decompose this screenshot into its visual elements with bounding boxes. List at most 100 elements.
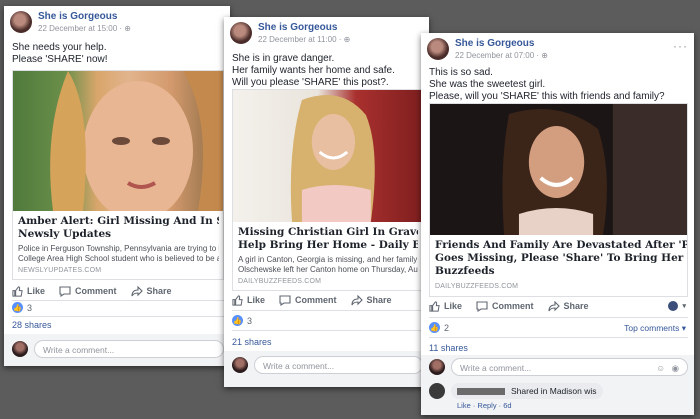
comment-button[interactable]: Comment: [59, 285, 117, 297]
message-line: Please, will you 'SHARE' this with frien…: [429, 91, 665, 102]
commenter-avatar[interactable]: [429, 383, 445, 399]
camera-icon[interactable]: ◉: [672, 359, 679, 377]
divider: [12, 316, 224, 317]
comment-button[interactable]: Comment: [476, 300, 534, 312]
post-message: She needs your help. Please 'SHARE' now!: [12, 42, 108, 66]
like-label: Like: [27, 286, 46, 296]
post-as-selector[interactable]: ▾: [668, 301, 686, 311]
comment-input[interactable]: Write a comment...: [34, 340, 224, 358]
emoji-icon[interactable]: ☺: [656, 359, 665, 377]
comment-input[interactable]: Write a comment...: [254, 356, 423, 374]
user-avatar: [12, 341, 28, 357]
link-title[interactable]: Friends And Family Are Devastated After …: [435, 239, 687, 278]
message-line: Her family wants her home and safe.: [232, 65, 395, 76]
share-button[interactable]: Share: [547, 300, 589, 312]
like-button[interactable]: Like: [232, 294, 265, 306]
post-actions: Like Comment Share: [232, 291, 423, 309]
post-message: This is so sad. She was the sweetest gir…: [429, 67, 665, 103]
divider: [429, 317, 688, 318]
page-name[interactable]: She is Gorgeous: [38, 11, 117, 22]
message-line: She was the sweetest girl.: [429, 79, 546, 90]
link-domain: DAILYBUZZFEEDS.COM: [238, 278, 322, 285]
comment-composer: Write a comment...: [232, 356, 423, 376]
page-name[interactable]: She is Gorgeous: [455, 38, 534, 49]
link-title-line: Missing Christian Girl In Grave Danger, …: [238, 226, 418, 238]
post-actions: Like Comment Share ▾: [429, 297, 686, 315]
comment-icon: [476, 300, 488, 312]
shares-count[interactable]: 11 shares: [429, 343, 468, 353]
message-line: She needs your help.: [12, 42, 107, 53]
reactions-summary[interactable]: 👍 2: [429, 322, 449, 333]
link-desc-line: College Area High School student who is …: [18, 254, 219, 263]
divider: [12, 300, 224, 301]
reactions-summary[interactable]: 👍 3: [232, 315, 252, 326]
link-title-line: Newsly Updates: [18, 228, 112, 240]
comment-bubble: Shared in Madison wis: [451, 383, 603, 399]
comment-input[interactable]: Write a comment... ☺ ◉: [451, 358, 688, 376]
post-actions: Like Comment Share: [12, 282, 224, 300]
link-title-line: Help Bring Her Home - Daily Buzzfeeds: [238, 239, 418, 251]
post-header: She is Gorgeous 22 December at 11:00 · ⊕: [230, 22, 423, 50]
link-title-line: Buzzfeeds: [435, 265, 495, 277]
page-avatar[interactable]: [230, 22, 252, 44]
link-preview[interactable]: Amber Alert: Girl Missing And In Serious…: [12, 70, 224, 280]
post-card-2: She is Gorgeous 22 December at 11:00 · ⊕…: [224, 17, 429, 387]
page-avatar[interactable]: [427, 38, 449, 60]
reaction-count: 2: [444, 322, 450, 333]
like-button[interactable]: Like: [429, 300, 463, 312]
share-button[interactable]: Share: [130, 285, 172, 297]
post-date[interactable]: 22 December at 07:00 · ⊕: [455, 51, 548, 60]
user-avatar: [429, 359, 445, 375]
link-desc-line: Olschewske left her Canton home on Thurs…: [238, 265, 418, 274]
link-desc-line: A girl in Canton, Georgia is missing, an…: [238, 255, 418, 264]
divider: [232, 310, 423, 311]
message-line: Will you please 'SHARE' this post?.: [232, 77, 389, 88]
link-preview[interactable]: Friends And Family Are Devastated After …: [429, 103, 688, 297]
post-header: She is Gorgeous 22 December at 07:00 · ⊕: [427, 38, 688, 66]
link-domain: DAILYBUZZFEEDS.COM: [435, 283, 519, 290]
thumbs-up-icon: [232, 294, 243, 306]
shares-count[interactable]: 21 shares: [232, 337, 272, 347]
reactions-summary[interactable]: 👍 3: [12, 302, 32, 313]
like-label: Like: [444, 301, 463, 311]
top-comments-dropdown[interactable]: Top comments ▾: [624, 323, 686, 334]
divider: [429, 337, 688, 338]
user-avatar: [232, 357, 248, 373]
share-label: Share: [146, 286, 172, 296]
post-date[interactable]: 22 December at 15:00 · ⊕: [38, 24, 131, 33]
share-button[interactable]: Share: [350, 294, 392, 306]
like-button[interactable]: Like: [12, 285, 46, 297]
link-domain: NEWSLYUPDATES.COM: [18, 267, 102, 274]
reaction-count: 3: [247, 315, 253, 326]
shares-count[interactable]: 28 shares: [12, 320, 52, 330]
chevron-down-icon: ▾: [682, 303, 686, 310]
message-line: She is in grave danger.: [232, 53, 335, 64]
comment-button[interactable]: Comment: [279, 294, 337, 306]
link-preview[interactable]: Missing Christian Girl In Grave Danger, …: [232, 89, 423, 291]
link-title[interactable]: Amber Alert: Girl Missing And In Serious…: [18, 215, 219, 241]
post-as-avatar-icon: [668, 301, 679, 311]
post-card-3: She is Gorgeous 22 December at 07:00 · ⊕…: [421, 33, 694, 415]
post-card-1: She is Gorgeous 22 December at 15:00 · ⊕…: [4, 6, 230, 366]
link-title[interactable]: Missing Christian Girl In Grave Danger, …: [238, 226, 418, 252]
reaction-count: 3: [27, 302, 33, 313]
share-icon: [350, 294, 363, 305]
link-title-line: Friends And Family Are Devastated After …: [435, 239, 687, 251]
share-icon: [130, 285, 143, 296]
post-date[interactable]: 22 December at 11:00 · ⊕: [258, 35, 350, 44]
link-preview-image: [233, 90, 422, 222]
page-name[interactable]: She is Gorgeous: [258, 22, 337, 33]
page-avatar[interactable]: [10, 11, 32, 33]
comment-label: Comment: [75, 286, 117, 296]
like-reaction-icon: 👍: [12, 302, 23, 313]
link-title-line: Goes Missing, Please 'Share' To Bring He…: [435, 252, 687, 264]
message-line: Please 'SHARE' now!: [12, 54, 108, 65]
thumbs-up-icon: [12, 285, 23, 297]
share-label: Share: [563, 301, 589, 311]
share-label: Share: [366, 295, 392, 305]
like-reaction-icon: 👍: [232, 315, 243, 326]
post-options-icon[interactable]: ···: [673, 39, 688, 53]
comment-composer: Write a comment...: [12, 340, 224, 360]
comment-actions[interactable]: Like · Reply · 6d: [457, 401, 512, 410]
link-description: Police in Ferguson Township, Pennsylvani…: [18, 244, 219, 264]
